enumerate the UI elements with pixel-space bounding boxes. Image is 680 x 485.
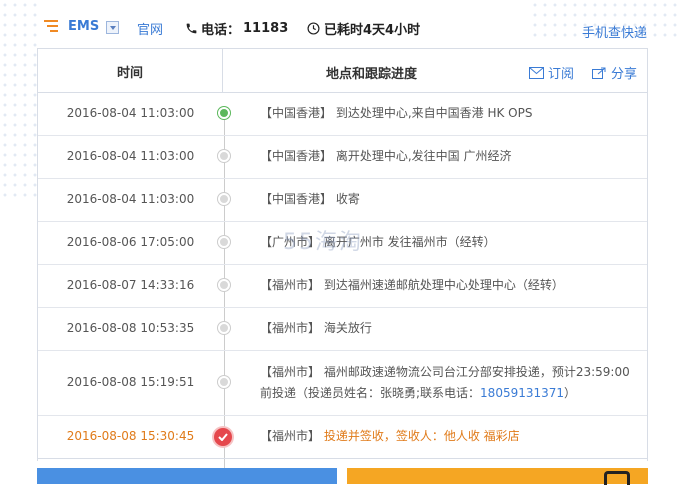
row-time: 2016-08-07 14:33:16 [66,278,195,292]
table-header: 时间 地点和跟踪进度 订阅 分享 [38,49,647,93]
table-actions: 订阅 分享 [528,63,637,82]
table-row: 2016-08-08 10:53:35 【福州市】 海关放行 [38,308,647,351]
timeline-node-icon [218,236,230,248]
row-time: 2016-08-08 10:53:35 [66,321,195,335]
row-time: 2016-08-04 11:03:00 [66,149,195,163]
chevron-down-icon [109,25,116,30]
timeline-node-icon [218,150,230,162]
carrier-dropdown-button[interactable] [106,21,119,34]
elapsed-text: 已耗时4天4小时 [324,23,421,38]
subscribe-label: 订阅 [547,67,574,82]
column-header-time: 时间 [38,49,223,93]
watermark: 55海淘 [283,230,363,255]
row-location: 【福州市】 [260,365,321,379]
row-location: 【中国香港】 [260,192,333,206]
row-text: 收寄 [335,192,360,206]
row-description: 【福州市】 投递并签收，签收人：他人收 福彩店 [260,426,637,447]
row-location: 【福州市】 [260,278,321,292]
row-time: 2016-08-06 17:05:00 [66,235,195,249]
bottom-banner-left[interactable] [37,468,337,484]
table-row: 2016-08-08 15:19:51 【福州市】 福州邮政速递物流公司台江分部… [38,351,647,416]
row-text: 到达福州速递邮航处理中心处理中心（经转） [323,278,564,292]
timeline-node-icon [218,193,230,205]
row-text-tail: ） [564,386,577,400]
phone-icon [186,23,197,34]
row-description: 【中国香港】 收寄 [260,189,637,210]
mobile-tracking-link[interactable]: 手机查快递 [582,22,647,41]
share-icon [591,67,606,79]
ems-logo-icon [44,20,60,32]
delivered-check-icon [214,428,232,446]
timeline-node-icon [218,279,230,291]
carrier-name: EMS [68,19,100,34]
row-time: 2016-08-04 11:03:00 [66,106,195,120]
table-row: 2016-08-04 11:03:00 【中国香港】 收寄 [38,179,647,222]
timeline-node-icon [218,376,230,388]
carrier-phone: 电话： 11183 [185,19,288,38]
share-label: 分享 [610,67,637,82]
row-text: 海关放行 [323,321,372,335]
row-time: 2016-08-08 15:30:45 [66,429,195,443]
row-description: 【中国香港】 到达处理中心,来自中国香港 HK OPS [260,103,637,124]
phone-label: 电话： [201,23,241,38]
row-location: 【中国香港】 [260,106,333,120]
timeline-node-start-icon [218,107,230,119]
table-row: 2016-08-08 15:30:45 【福州市】 投递并签收，签收人：他人收 … [38,416,647,459]
timeline-node-icon [218,322,230,334]
row-text: 到达处理中心,来自中国香港 HK OPS [335,106,533,120]
table-row: 2016-08-07 14:33:16 【福州市】 到达福州速递邮航处理中心处理… [38,265,647,308]
row-text: 离开处理中心,发往中国 广州经济 [335,149,512,163]
share-button[interactable]: 分享 [591,63,637,82]
row-location: 【福州市】 [260,321,321,335]
official-site-link[interactable]: 官网 [137,19,163,38]
clock-icon [307,22,320,35]
subscribe-button[interactable]: 订阅 [528,63,574,82]
row-description: 【福州市】 海关放行 [260,318,637,339]
table-row: 2016-08-04 11:03:00 【中国香港】 到达处理中心,来自中国香港… [38,93,647,136]
column-header-location: 地点和跟踪进度 [326,67,418,82]
row-text: 投递并签收，签收人：他人收 福彩店 [323,429,520,443]
row-description: 【中国香港】 离开处理中心,发往中国 广州经济 [260,146,637,167]
row-time: 2016-08-04 11:03:00 [66,192,195,206]
mail-icon [528,66,544,79]
phone-number: 11183 [243,21,289,36]
table-row: 2016-08-04 11:03:00 【中国香港】 离开处理中心,发往中国 广… [38,136,647,179]
elapsed-time: 已耗时4天4小时 [307,19,420,38]
row-description: 【福州市】 福州邮政速递物流公司台江分部安排投递，预计23:59:00前投递（投… [260,362,637,404]
row-location: 【中国香港】 [260,149,333,163]
package-icon [604,471,630,485]
row-time: 2016-08-08 15:19:51 [66,375,195,389]
row-description: 【福州市】 到达福州速递邮航处理中心处理中心（经转） [260,275,637,296]
row-location: 【福州市】 [260,429,321,443]
bottom-banner-right[interactable] [347,468,648,485]
tracking-header: EMS 官网 电话： 11183 已耗时4天4小时 手机查快递 [0,12,680,42]
courier-phone-link[interactable]: 18059131371 [480,386,564,400]
